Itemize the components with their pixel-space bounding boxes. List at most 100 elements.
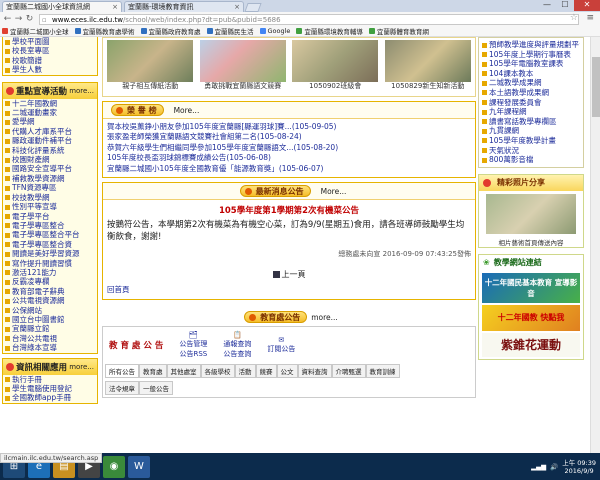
- bookmark-item[interactable]: Google: [259, 27, 290, 35]
- left-link[interactable]: 校長室專區: [3, 46, 97, 55]
- right-link[interactable]: 二城教學成果網: [482, 78, 580, 88]
- photo-thumbnail[interactable]: [199, 40, 286, 82]
- share-photo-caption[interactable]: 相片藝術首頁傳送內容: [479, 237, 583, 247]
- activity-link[interactable]: 公保網站: [3, 306, 97, 315]
- right-link[interactable]: 800萬影音檔: [482, 155, 580, 165]
- announcement-tab[interactable]: 教育訓練: [365, 364, 400, 379]
- edu-banner-2[interactable]: 十二年國教 快點我: [482, 304, 580, 331]
- right-link[interactable]: 九貫課網: [482, 126, 580, 136]
- bookmark-star-icon[interactable]: ☆: [570, 13, 578, 23]
- activity-link[interactable]: 校技教學網: [3, 193, 97, 202]
- activity-link[interactable]: 校園財產網: [3, 155, 97, 164]
- announcement-tab[interactable]: 資料查詢: [297, 364, 332, 379]
- volume-icon[interactable]: 🔊: [550, 463, 558, 471]
- prev-page-link[interactable]: 上一頁: [107, 269, 471, 280]
- announcement-tab[interactable]: 公文: [276, 364, 298, 379]
- vertical-scrollbar[interactable]: [590, 37, 600, 453]
- left-link[interactable]: 執行手冊: [3, 375, 97, 384]
- photo-item[interactable]: 1050902班級會: [291, 40, 380, 94]
- announcement-tab[interactable]: 所有公告: [105, 364, 139, 379]
- share-photo-thumbnail[interactable]: [486, 193, 576, 234]
- forward-icon[interactable]: →: [13, 14, 24, 24]
- activity-link[interactable]: 電子學平台: [3, 212, 97, 221]
- activity-link[interactable]: 縣政運動件補平台: [3, 136, 97, 145]
- announcement-tab[interactable]: 一般公告: [139, 381, 173, 396]
- honor-item[interactable]: 張家盈老師榮獲宜蘭縣語文競賽社會組第二名(105-08-24): [107, 132, 471, 142]
- bookmark-item[interactable]: 宜蘭縣二城國小全球: [2, 26, 69, 36]
- announcement-tab[interactable]: 各級學校: [200, 364, 235, 379]
- activity-link[interactable]: 代購人才庫系平台: [3, 127, 97, 136]
- right-link[interactable]: 天氣狀況: [482, 146, 580, 156]
- activity-link[interactable]: 台灣綠本宣導: [3, 343, 97, 352]
- right-link[interactable]: 九年課程網: [482, 107, 580, 117]
- left-link[interactable]: 全國教師app手冊: [3, 393, 97, 402]
- activity-link[interactable]: TFN資源專區: [3, 183, 97, 192]
- activity-link[interactable]: 教育部電子辭典: [3, 287, 97, 296]
- announcement-tab[interactable]: 競賽: [255, 364, 277, 379]
- activity-link[interactable]: 公共電視資源網: [3, 296, 97, 305]
- bookmark-item[interactable]: 宜蘭縣體育教育網: [368, 26, 429, 36]
- left-link[interactable]: 學生人數: [3, 65, 97, 74]
- anti-drug-banner[interactable]: 紫錐花運動: [482, 332, 580, 357]
- address-bar[interactable]: ▫ www.eces.ilc.edu.tw/school/web/index.p…: [39, 13, 579, 25]
- word-icon[interactable]: W: [128, 455, 150, 478]
- announcement-query-link[interactable]: 📋 通報查詢 公告查詢: [223, 331, 251, 359]
- right-link[interactable]: 預師教學進度與評量規劃平台: [482, 40, 580, 50]
- photo-item[interactable]: 親子相互傳紙活動: [106, 40, 195, 94]
- reload-icon[interactable]: ↻: [24, 14, 35, 24]
- edu-banner[interactable]: 十二年國民基本教育 宣導影音: [482, 272, 580, 303]
- close-window-icon[interactable]: ✕: [574, 0, 600, 11]
- activity-link[interactable]: 補救教學資源網: [3, 174, 97, 183]
- announcement-tab[interactable]: 教育處: [139, 364, 167, 379]
- clock[interactable]: 上午 09:39 2016/9/9: [562, 459, 596, 475]
- activity-link[interactable]: 十二年國教網: [3, 99, 97, 108]
- info-more-link[interactable]: more...: [69, 363, 94, 371]
- latest-more-link[interactable]: More...: [321, 187, 347, 196]
- activity-link[interactable]: 國立台中圖書館: [3, 315, 97, 324]
- left-link[interactable]: 學生電腦使用登記: [3, 384, 97, 393]
- chrome-icon[interactable]: ◉: [103, 455, 125, 478]
- right-link[interactable]: 105年度上學期行事曆表: [482, 50, 580, 60]
- announcement-subscribe-link[interactable]: ✉ 訂閱公告: [267, 336, 295, 354]
- photo-thumbnail[interactable]: [107, 40, 194, 82]
- back-icon[interactable]: ←: [2, 14, 13, 24]
- honor-more-link[interactable]: More...: [174, 106, 200, 115]
- activity-link[interactable]: 宜蘭縣立館: [3, 324, 97, 333]
- activity-link[interactable]: 國路安全宣導平台: [3, 164, 97, 173]
- right-link[interactable]: 課程發展委員會: [482, 98, 580, 108]
- honor-item[interactable]: 恭賀六年級學生們相繼同學參加105學年度宜蘭縣語文...(105-08-20): [107, 143, 471, 153]
- browser-tab-active[interactable]: 宜蘭縣二城國小全球資訊網 ×: [2, 1, 122, 12]
- bookmark-item[interactable]: 宜蘭縣教育處學術: [74, 26, 135, 36]
- announcement-more-link[interactable]: more...: [311, 313, 338, 322]
- browser-tab-2[interactable]: 宜蘭縣-環境教育資訊 ×: [124, 1, 244, 12]
- close-tab-icon[interactable]: ×: [112, 2, 118, 12]
- right-link[interactable]: 104課本教本: [482, 69, 580, 79]
- back-home-link[interactable]: 回首頁: [107, 284, 471, 295]
- photo-thumbnail[interactable]: [384, 40, 471, 82]
- network-icon[interactable]: ▂▄▆: [531, 463, 546, 471]
- announcement-tab[interactable]: 法令規章: [105, 381, 139, 396]
- activity-more-link[interactable]: more...: [69, 87, 94, 95]
- bookmark-item[interactable]: 宜蘭縣政府教育處: [140, 26, 201, 36]
- honor-item[interactable]: 賀本校吳薰錚小朋友參加105年度宜蘭縣[縣運羽球]賽...(105-09-05): [107, 122, 471, 132]
- right-link[interactable]: 讀書寫話教學專欄區: [482, 117, 580, 127]
- activity-link[interactable]: 電子學專區整合資: [3, 240, 97, 249]
- photo-item[interactable]: 1050829新生知新活動: [384, 40, 473, 94]
- right-link[interactable]: 105學年電腦教室課表: [482, 59, 580, 69]
- activity-link[interactable]: 愛學網: [3, 117, 97, 126]
- activity-link[interactable]: 反霸凌專欄: [3, 277, 97, 286]
- activity-link[interactable]: 台灣公共電視: [3, 334, 97, 343]
- right-link[interactable]: 本土語教學成果網: [482, 88, 580, 98]
- honor-item[interactable]: 105年度校長盃羽球錦標賽成績公告(105-06-08): [107, 153, 471, 163]
- activity-link[interactable]: 激活121能力: [3, 268, 97, 277]
- photo-thumbnail[interactable]: [292, 40, 379, 82]
- activity-link[interactable]: 寫作提升閱讀習慣: [3, 259, 97, 268]
- photo-item[interactable]: 勇敢挑戰宜蘭縣語文競賽: [199, 40, 288, 94]
- activity-link[interactable]: 閱讀是美好學習資源: [3, 249, 97, 258]
- new-tab-button[interactable]: [244, 3, 262, 12]
- activity-link[interactable]: 性別平等宣導: [3, 202, 97, 211]
- announcement-tab[interactable]: 介聘甄選: [331, 364, 366, 379]
- announcement-tab[interactable]: 活動: [234, 364, 256, 379]
- announcement-tab[interactable]: 其他處室: [166, 364, 201, 379]
- menu-icon[interactable]: ≡: [586, 13, 594, 23]
